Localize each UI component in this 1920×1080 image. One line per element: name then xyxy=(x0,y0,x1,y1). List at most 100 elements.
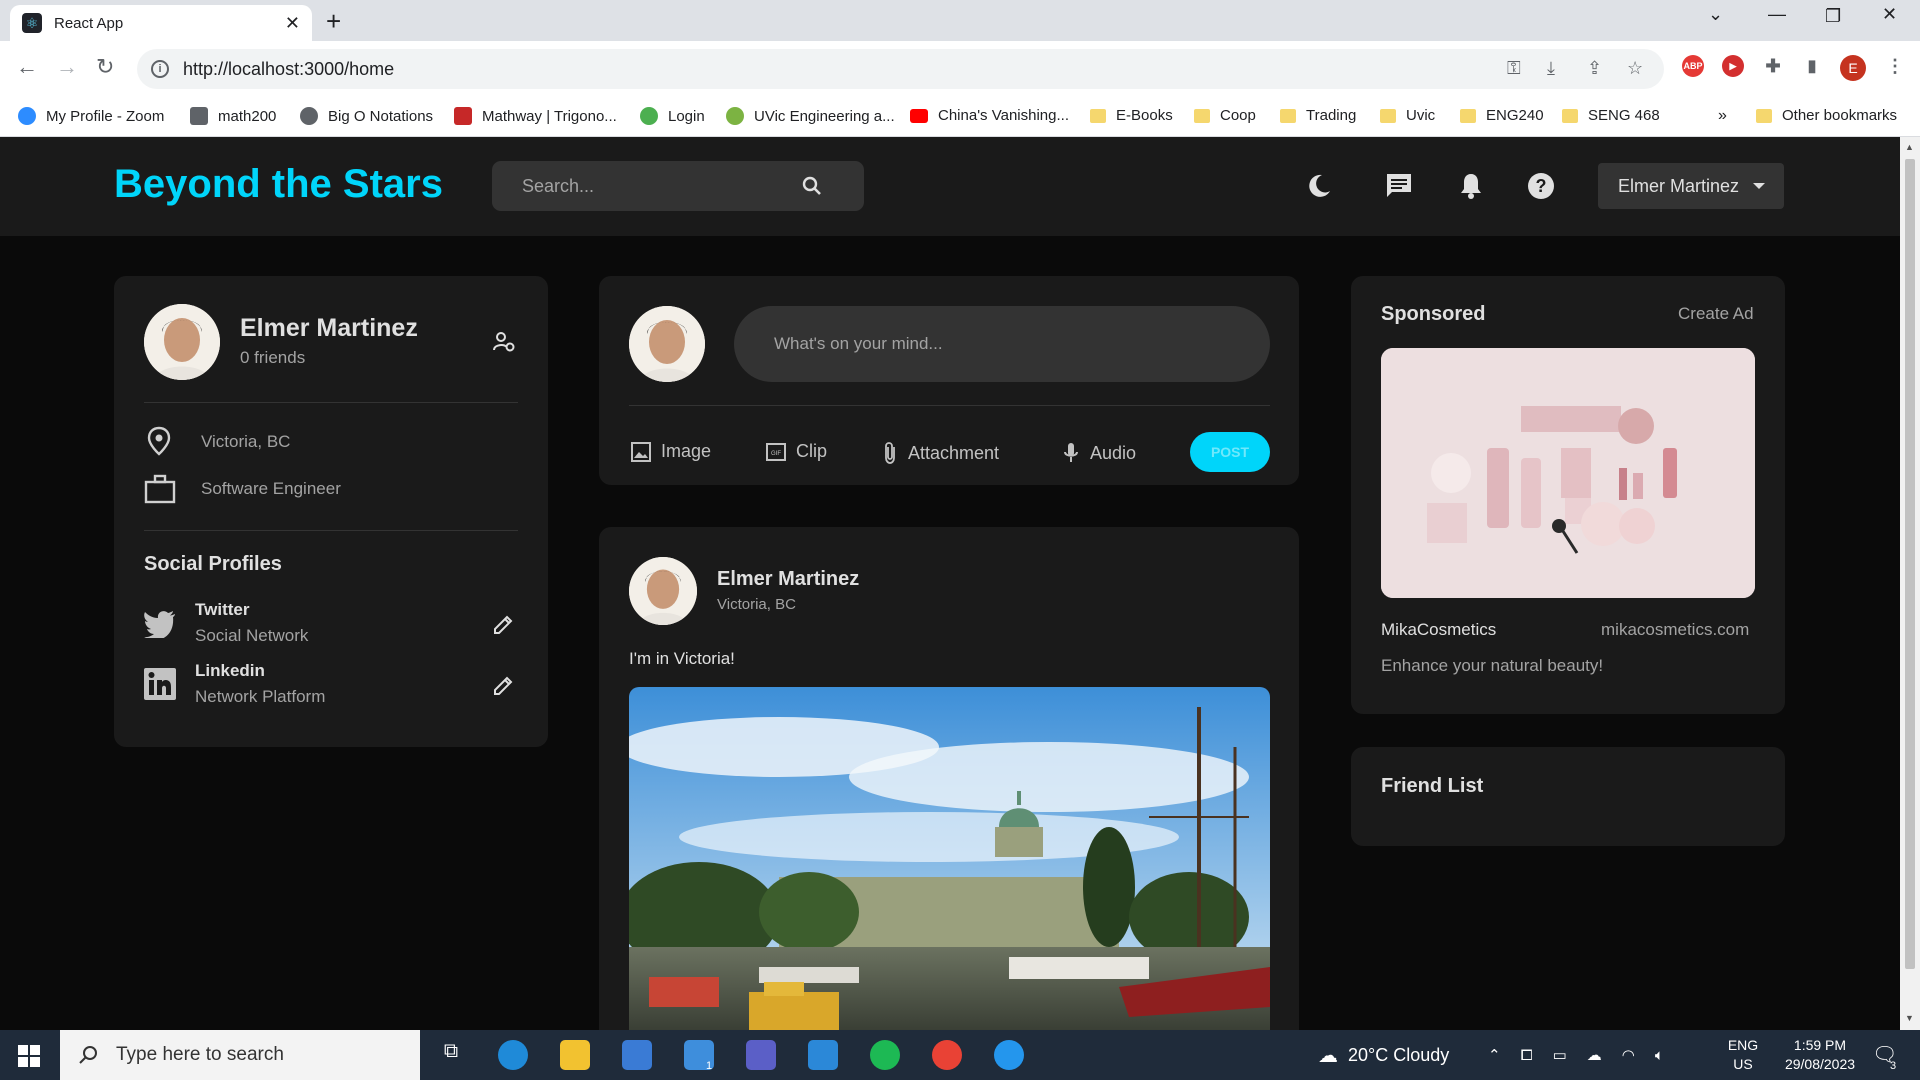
bookmark-folder[interactable]: Coop xyxy=(1194,107,1256,124)
windows-start-icon[interactable] xyxy=(18,1045,40,1067)
more-bookmarks-button[interactable]: » xyxy=(1718,107,1727,125)
language-indicator[interactable]: ENG US xyxy=(1723,1036,1763,1074)
bookmark-item[interactable]: Big O Notations xyxy=(300,107,433,125)
clock[interactable]: 1:59 PM 29/08/2023 xyxy=(1768,1036,1872,1074)
chevron-up-icon[interactable]: ⌃ xyxy=(1488,1046,1501,1064)
dark-mode-icon[interactable] xyxy=(1304,171,1334,201)
store-icon[interactable] xyxy=(622,1040,652,1070)
file-explorer-icon[interactable] xyxy=(560,1040,590,1070)
bookmark-item[interactable]: My Profile - Zoom xyxy=(18,107,164,125)
search-icon[interactable] xyxy=(800,174,824,198)
attachment-upload-button[interactable]: Attachment xyxy=(882,441,999,465)
taskbar-search[interactable]: Type here to search xyxy=(60,1030,420,1080)
menu-kebab-icon[interactable]: ⋮ xyxy=(1884,55,1906,77)
bookmark-folder[interactable]: E-Books xyxy=(1090,107,1173,124)
app-page: Beyond the Stars ? Elmer Martinez Elmer … xyxy=(0,137,1900,1030)
bookmark-item[interactable]: China's Vanishing... xyxy=(910,107,1069,124)
onedrive-icon[interactable]: ☁ xyxy=(1587,1046,1602,1064)
battery-icon[interactable]: ▭ xyxy=(1553,1046,1567,1064)
post-image[interactable] xyxy=(629,687,1270,1030)
post-button[interactable]: POST xyxy=(1190,432,1270,472)
post-author-avatar[interactable] xyxy=(629,557,697,625)
post-input[interactable]: What's on your mind... xyxy=(734,306,1270,382)
brand-logo[interactable]: Beyond the Stars xyxy=(114,162,443,207)
task-view-icon[interactable]: ⧉ xyxy=(436,1040,466,1070)
create-ad-link[interactable]: Create Ad xyxy=(1678,304,1754,324)
page-scrollbar[interactable]: ▲ ▼ xyxy=(1900,137,1920,1030)
tab-search-icon[interactable]: ⌄ xyxy=(1708,4,1723,25)
linkedin-name[interactable]: Linkedin xyxy=(195,661,265,681)
extension-icon[interactable]: ▶ xyxy=(1722,55,1744,77)
forward-icon[interactable]: → xyxy=(56,54,78,80)
attachment-icon xyxy=(885,442,895,464)
side-panel-icon[interactable]: ▮ xyxy=(1801,55,1823,77)
close-window-icon[interactable]: ✕ xyxy=(1882,4,1897,25)
spotify-icon[interactable] xyxy=(870,1040,900,1070)
edit-twitter-icon[interactable] xyxy=(492,614,514,636)
bookmark-item[interactable]: Mathway | Trigono... xyxy=(454,107,617,125)
ad-brand-name[interactable]: MikaCosmetics xyxy=(1381,620,1496,640)
bookmark-folder[interactable]: Trading xyxy=(1280,107,1356,124)
url-text[interactable]: http://localhost:3000/home xyxy=(183,59,394,80)
folder-icon xyxy=(1194,108,1210,123)
windows-taskbar: Type here to search ⧉ 1 ☁ 20°C Cloudy ⌃ … xyxy=(0,1030,1920,1080)
twitter-name[interactable]: Twitter xyxy=(195,600,249,620)
other-bookmarks-folder[interactable]: Other bookmarks xyxy=(1756,107,1897,124)
folder-icon xyxy=(1460,108,1476,123)
composer-avatar[interactable] xyxy=(629,306,705,382)
user-name[interactable]: Elmer Martinez xyxy=(240,314,418,343)
bookmark-folder[interactable]: ENG240 xyxy=(1460,107,1544,124)
site-info-icon[interactable]: i xyxy=(151,60,169,78)
profile-avatar[interactable]: E xyxy=(1840,55,1866,81)
password-key-icon[interactable]: ⚿ xyxy=(1507,58,1521,79)
help-icon[interactable]: ? xyxy=(1526,171,1556,201)
scroll-up-icon[interactable]: ▲ xyxy=(1905,142,1914,152)
bookmark-item[interactable]: UVic Engineering a... xyxy=(726,107,895,125)
message-icon[interactable] xyxy=(1384,171,1414,201)
close-tab-icon[interactable]: ✕ xyxy=(285,13,300,34)
meet-now-icon[interactable]: ⧠ xyxy=(1521,1047,1533,1064)
user-dropdown[interactable]: Elmer Martinez xyxy=(1598,163,1784,209)
briefcase-icon xyxy=(144,474,176,504)
sponsored-heading: Sponsored xyxy=(1381,303,1486,325)
clip-upload-button[interactable]: GIF Clip xyxy=(766,441,827,462)
new-tab-icon[interactable]: + xyxy=(326,6,341,37)
adblock-extension-icon[interactable]: ABP xyxy=(1682,55,1704,77)
volume-icon[interactable]: 🔈︎ xyxy=(1655,1047,1664,1064)
ad-site-link[interactable]: mikacosmetics.com xyxy=(1601,620,1749,640)
install-icon[interactable]: ⤓ xyxy=(1547,58,1555,79)
extensions-puzzle-icon[interactable]: ✚ xyxy=(1762,55,1784,77)
image-upload-button[interactable]: Image xyxy=(631,441,711,462)
browser-tab[interactable]: ⚛ React App ✕ xyxy=(10,5,312,41)
bookmark-folder[interactable]: Uvic xyxy=(1380,107,1435,124)
post-author-name[interactable]: Elmer Martinez xyxy=(717,568,859,591)
edge-icon[interactable] xyxy=(498,1040,528,1070)
vscode-icon[interactable] xyxy=(808,1040,838,1070)
bookmark-folder[interactable]: SENG 468 xyxy=(1562,107,1660,124)
weather-widget[interactable]: ☁ 20°C Cloudy xyxy=(1318,1030,1449,1080)
avatar[interactable] xyxy=(144,304,220,380)
copilot-icon[interactable] xyxy=(746,1040,776,1070)
edit-linkedin-icon[interactable] xyxy=(492,675,514,697)
chrome-icon[interactable] xyxy=(932,1040,962,1070)
scroll-thumb[interactable] xyxy=(1905,159,1915,969)
manage-account-icon[interactable] xyxy=(492,330,516,354)
bookmark-item[interactable]: Login xyxy=(640,107,705,125)
docker-icon[interactable] xyxy=(994,1040,1024,1070)
audio-upload-button[interactable]: Audio xyxy=(1062,441,1136,465)
minimize-icon[interactable]: — xyxy=(1768,4,1786,25)
ad-image[interactable] xyxy=(1381,348,1755,598)
restore-icon[interactable]: ❐ xyxy=(1825,6,1841,27)
bookmark-star-icon[interactable]: ☆ xyxy=(1627,58,1643,79)
search-input[interactable] xyxy=(522,175,792,197)
image-icon xyxy=(631,441,651,462)
scroll-down-icon[interactable]: ▼ xyxy=(1905,1013,1914,1023)
notifications-icon[interactable] xyxy=(1456,171,1486,201)
wifi-icon[interactable]: ◠ xyxy=(1622,1046,1635,1064)
bookmark-item[interactable]: math200 xyxy=(190,107,276,125)
back-icon[interactable]: ← xyxy=(16,54,38,80)
share-icon[interactable]: ⇪ xyxy=(1587,58,1602,79)
url-bar[interactable]: i http://localhost:3000/home ⚿ ⤓ ⇪ ☆ xyxy=(137,49,1664,89)
reload-icon[interactable]: ↻ xyxy=(96,54,114,80)
youtube-icon xyxy=(910,108,928,123)
